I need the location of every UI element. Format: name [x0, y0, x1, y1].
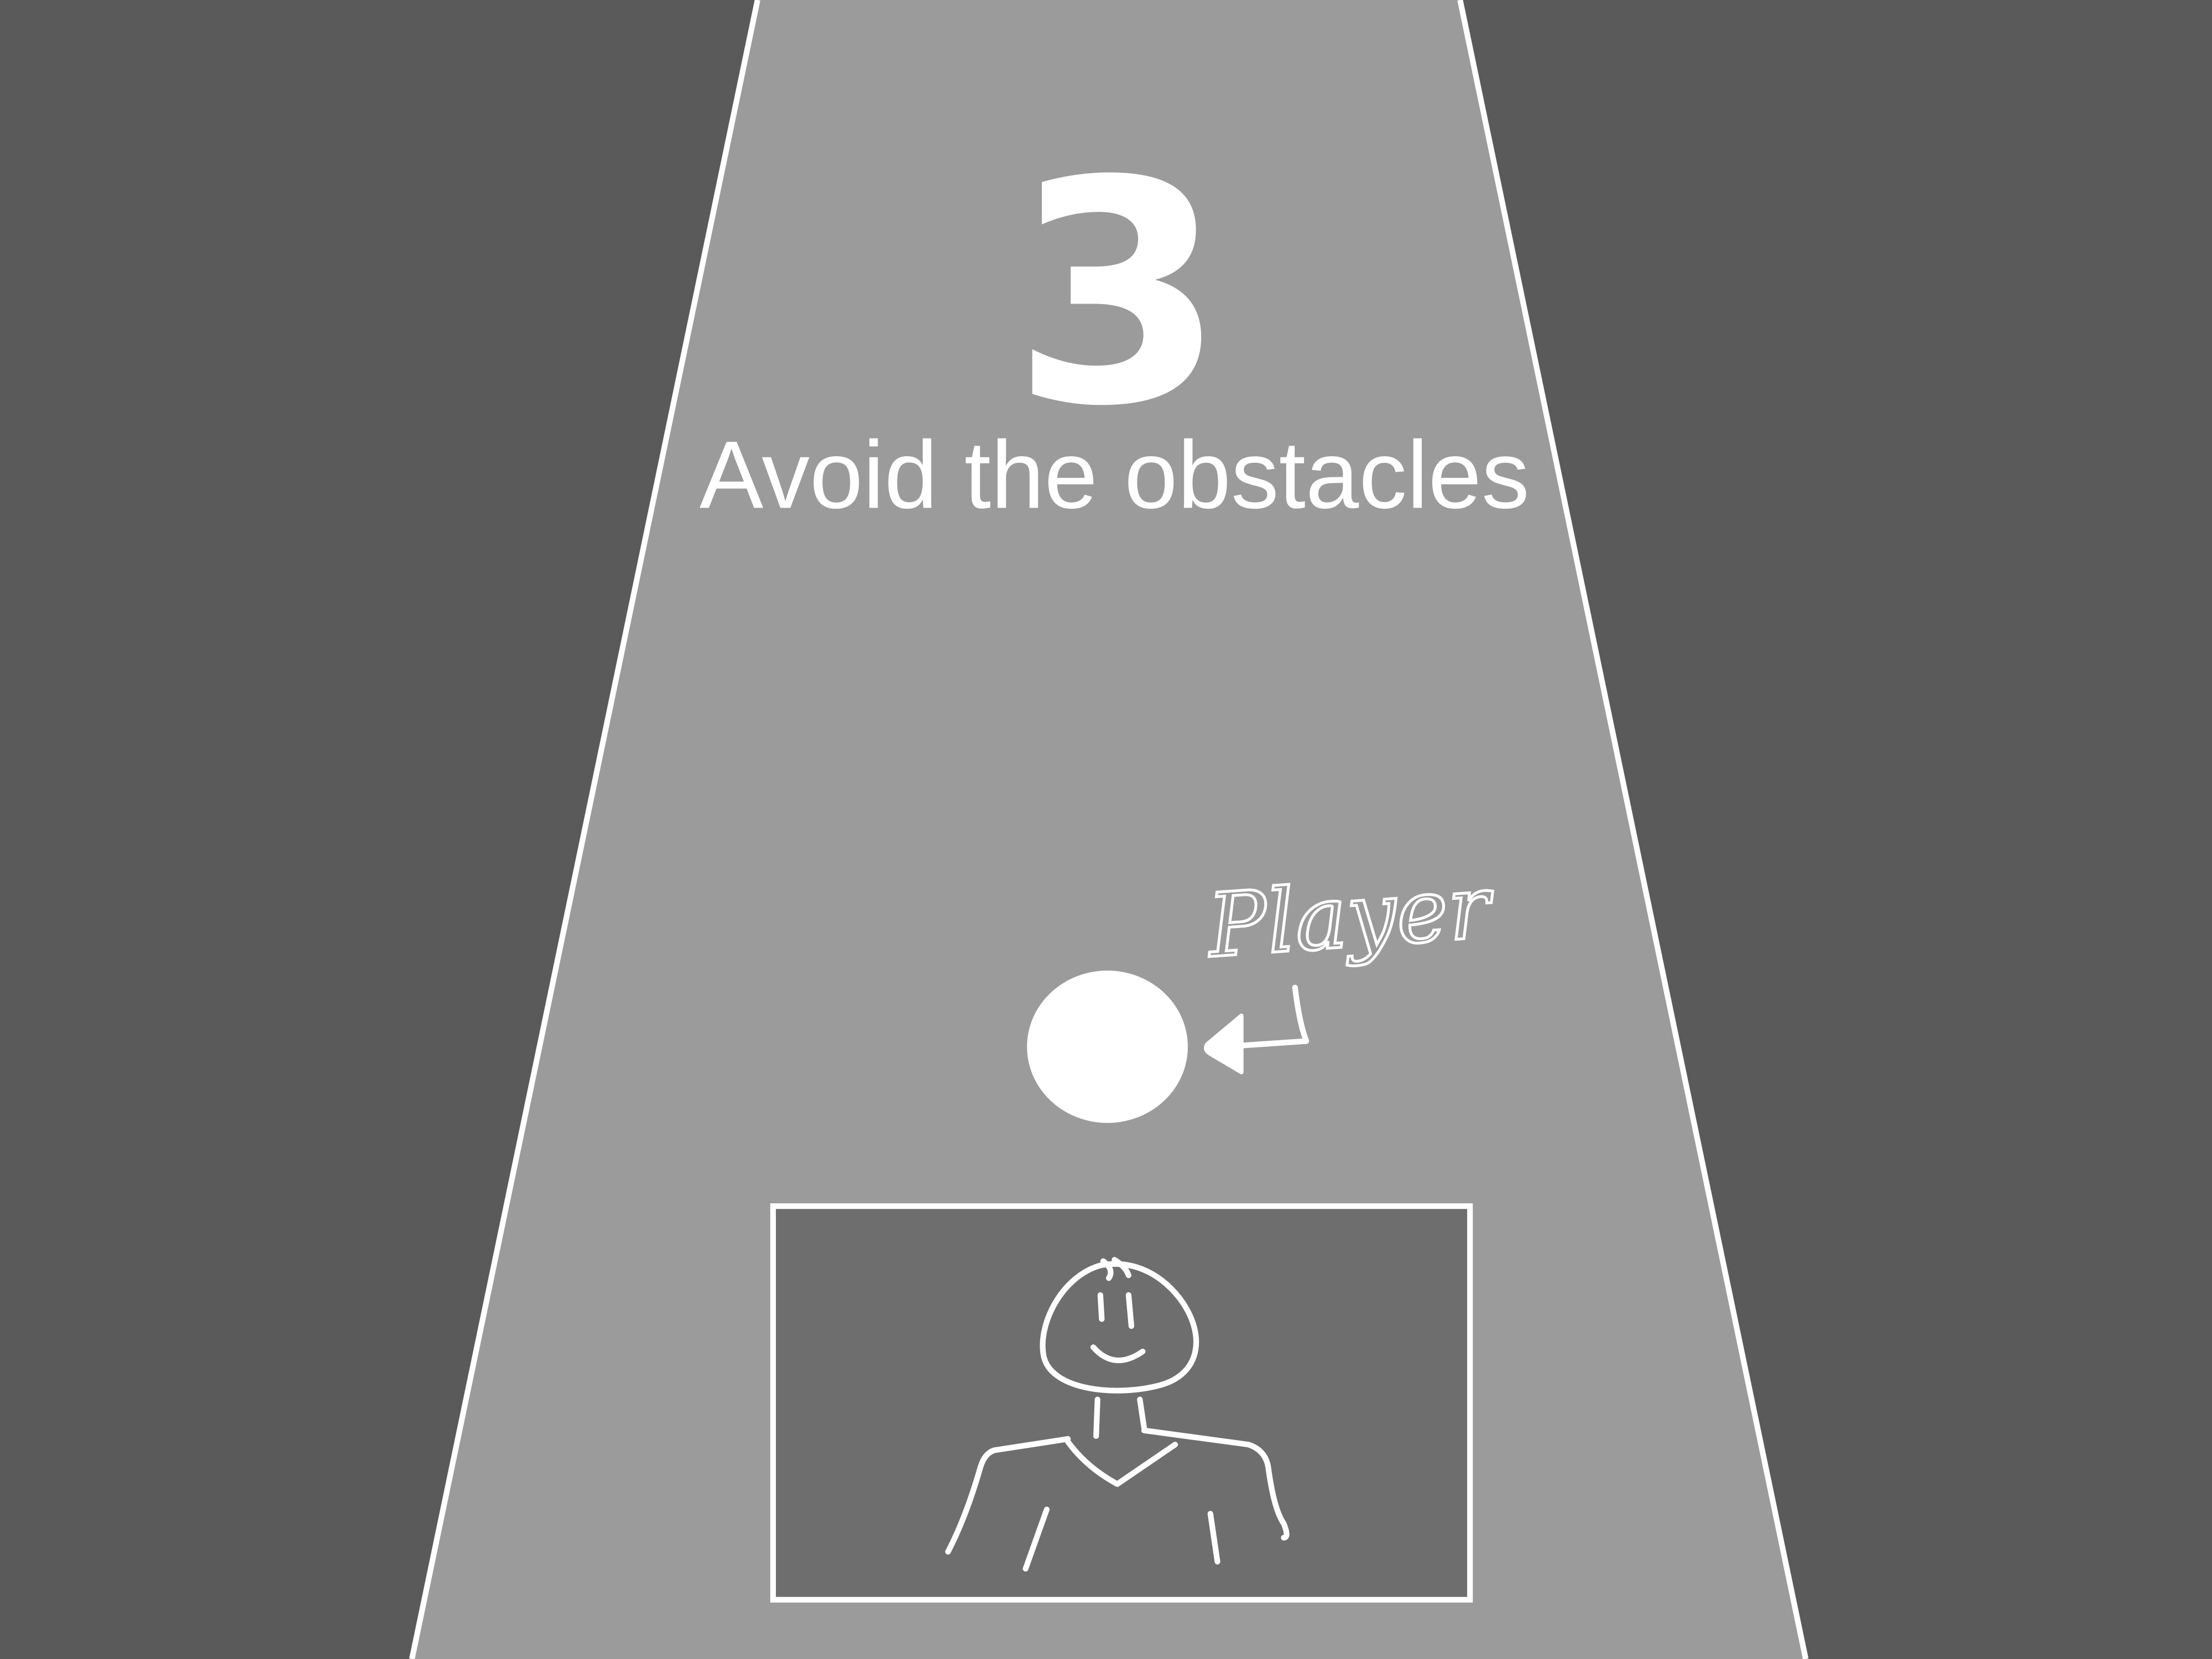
game-canvas: 3 Avoid the obstacles Player	[0, 0, 2212, 1659]
player-label: Player	[1203, 856, 1498, 978]
player-ball	[1027, 971, 1188, 1123]
instruction-text: Avoid the obstacles	[700, 421, 1530, 528]
countdown-number: 3	[1011, 116, 1225, 473]
